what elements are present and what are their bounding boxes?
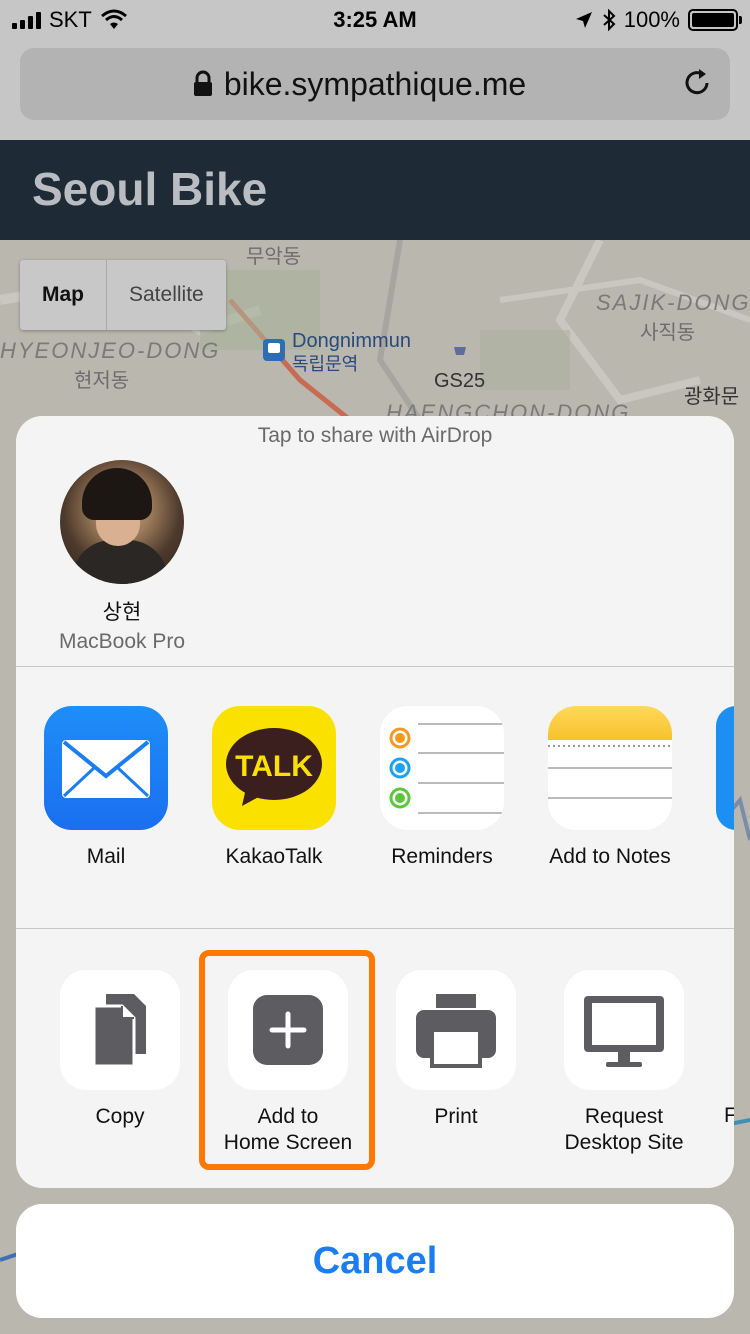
share-app-reminders[interactable]: Reminders <box>358 706 526 870</box>
kakaotalk-icon: TALK <box>212 706 336 830</box>
map-label: 독립문역 <box>292 354 359 374</box>
status-bar: SKT 3:25 AM 100% <box>0 0 750 40</box>
map-label: GS25 <box>434 370 486 392</box>
action-label: Copy <box>95 1105 145 1128</box>
map-label: SAJIK-DONG <box>596 290 750 315</box>
mail-icon <box>44 706 168 830</box>
desktop-icon <box>564 970 684 1090</box>
cancel-button[interactable]: Cancel <box>16 1204 734 1318</box>
url-text: bike.sympathique.me <box>223 66 527 102</box>
reload-icon[interactable] <box>680 66 714 100</box>
action-request-desktop-site[interactable]: Request Desktop Site <box>540 970 708 1156</box>
battery-percent: 100% <box>623 7 680 32</box>
map-type-map[interactable]: Map <box>20 260 107 330</box>
address-bar[interactable]: bike.sympathique.me <box>20 48 730 120</box>
divider <box>16 666 734 667</box>
airdrop-contact[interactable]: 상현 MacBook Pro <box>34 460 210 654</box>
map-label: 무악동 <box>246 246 302 268</box>
avatar <box>60 460 184 584</box>
map-label: 광화문 <box>684 386 740 408</box>
action-partial-label[interactable]: F <box>724 1104 734 1128</box>
share-app-kakaotalk[interactable]: TALK KakaoTalk <box>190 706 358 870</box>
subway-icon <box>263 339 285 361</box>
airdrop-hint: Tap to share with AirDrop <box>257 424 493 447</box>
browser-toolbar: bike.sympathique.me <box>0 40 750 140</box>
divider <box>16 928 734 929</box>
app-label: Mail <box>86 845 126 868</box>
map-label: 사직동 <box>640 322 696 344</box>
share-app-partial[interactable] <box>716 706 734 830</box>
action-print[interactable]: Print <box>372 970 540 1130</box>
app-header: Seoul Bike <box>0 140 750 240</box>
action-label: Print <box>434 1105 478 1128</box>
contact-device: MacBook Pro <box>58 630 186 653</box>
battery-icon <box>688 9 742 31</box>
map-label: HYEONJEO-DONG <box>0 338 221 363</box>
map-type-toggle: Map Satellite <box>20 260 226 330</box>
copy-icon <box>60 970 180 1090</box>
app-label: Reminders <box>391 845 493 868</box>
location-icon <box>575 12 592 28</box>
action-copy[interactable]: Copy <box>36 970 204 1130</box>
app-label: Add to Notes <box>549 845 671 868</box>
share-sheet: Tap to share with AirDrop 상현 MacBook Pro… <box>16 416 734 1188</box>
status-right: 100% <box>574 7 742 33</box>
contact-name: 상현 <box>102 601 142 624</box>
notes-icon <box>548 706 672 830</box>
print-icon <box>396 970 516 1090</box>
app-label: KakaoTalk <box>225 845 323 868</box>
shop-icon <box>454 347 466 355</box>
share-app-mail[interactable]: Mail <box>22 706 190 870</box>
action-label: Request Desktop Site <box>564 1105 684 1154</box>
app-title: Seoul Bike <box>32 163 268 215</box>
map-label: 현저동 <box>74 370 130 392</box>
share-app-notes[interactable]: Add to Notes <box>526 706 694 870</box>
map-type-satellite[interactable]: Satellite <box>107 260 226 330</box>
reminders-icon <box>380 706 504 830</box>
bluetooth-icon <box>603 9 616 31</box>
kakaotalk-icon-text: TALK <box>235 750 313 783</box>
highlight-box <box>199 950 375 1170</box>
